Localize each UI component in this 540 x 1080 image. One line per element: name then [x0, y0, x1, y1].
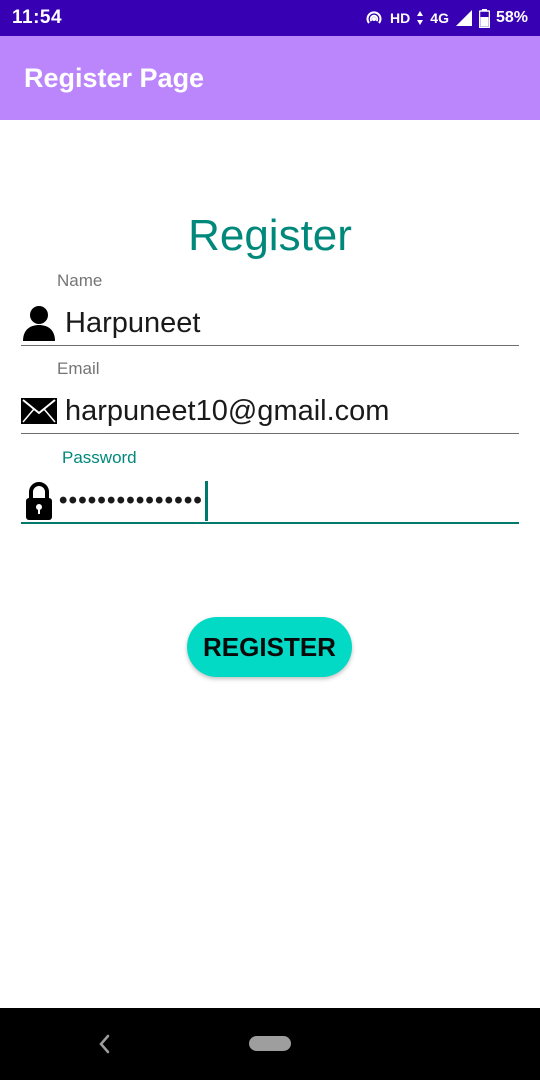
- name-field[interactable]: Name Harpuneet: [21, 270, 519, 348]
- name-label: Name: [57, 271, 103, 290]
- status-indicators: HD 4G 58%: [364, 8, 528, 28]
- name-underline: [21, 345, 519, 346]
- password-label: Password: [62, 448, 137, 467]
- lock-icon: [21, 482, 57, 520]
- battery-percent: 58%: [495, 9, 528, 26]
- data-arrows-icon: [417, 11, 424, 25]
- password-value: •••••••••••••••: [59, 487, 204, 514]
- password-field[interactable]: Password •••••••••••••••: [21, 446, 519, 526]
- battery-icon: [478, 8, 490, 28]
- text-cursor: [205, 481, 209, 521]
- register-button[interactable]: REGISTER: [187, 617, 352, 677]
- app-title: Register Page: [24, 62, 205, 93]
- register-heading: Register: [188, 211, 352, 260]
- password-underline: [21, 522, 519, 524]
- back-icon[interactable]: [94, 1030, 114, 1058]
- envelope-icon: [21, 393, 57, 429]
- network-hd-label: HD: [390, 10, 411, 26]
- password-input[interactable]: •••••••••••••••: [21, 478, 519, 524]
- name-input[interactable]: Harpuneet: [21, 300, 519, 346]
- email-field[interactable]: Email harpuneet10@gmail.com: [21, 358, 519, 436]
- email-label: Email: [57, 359, 100, 378]
- signal-type-label: 4G: [430, 10, 449, 26]
- person-icon: [21, 305, 57, 341]
- hotspot-icon: [366, 11, 382, 24]
- home-button[interactable]: [249, 1036, 291, 1051]
- status-time: 11:54: [12, 7, 63, 28]
- signal-icon: [455, 10, 472, 26]
- email-input[interactable]: harpuneet10@gmail.com: [21, 388, 519, 434]
- email-underline: [21, 433, 519, 434]
- name-value: Harpuneet: [65, 306, 201, 339]
- email-value: harpuneet10@gmail.com: [65, 394, 390, 427]
- app-bar: Register Page: [0, 36, 540, 120]
- status-bar: 11:54 HD 4G 58%: [0, 0, 540, 36]
